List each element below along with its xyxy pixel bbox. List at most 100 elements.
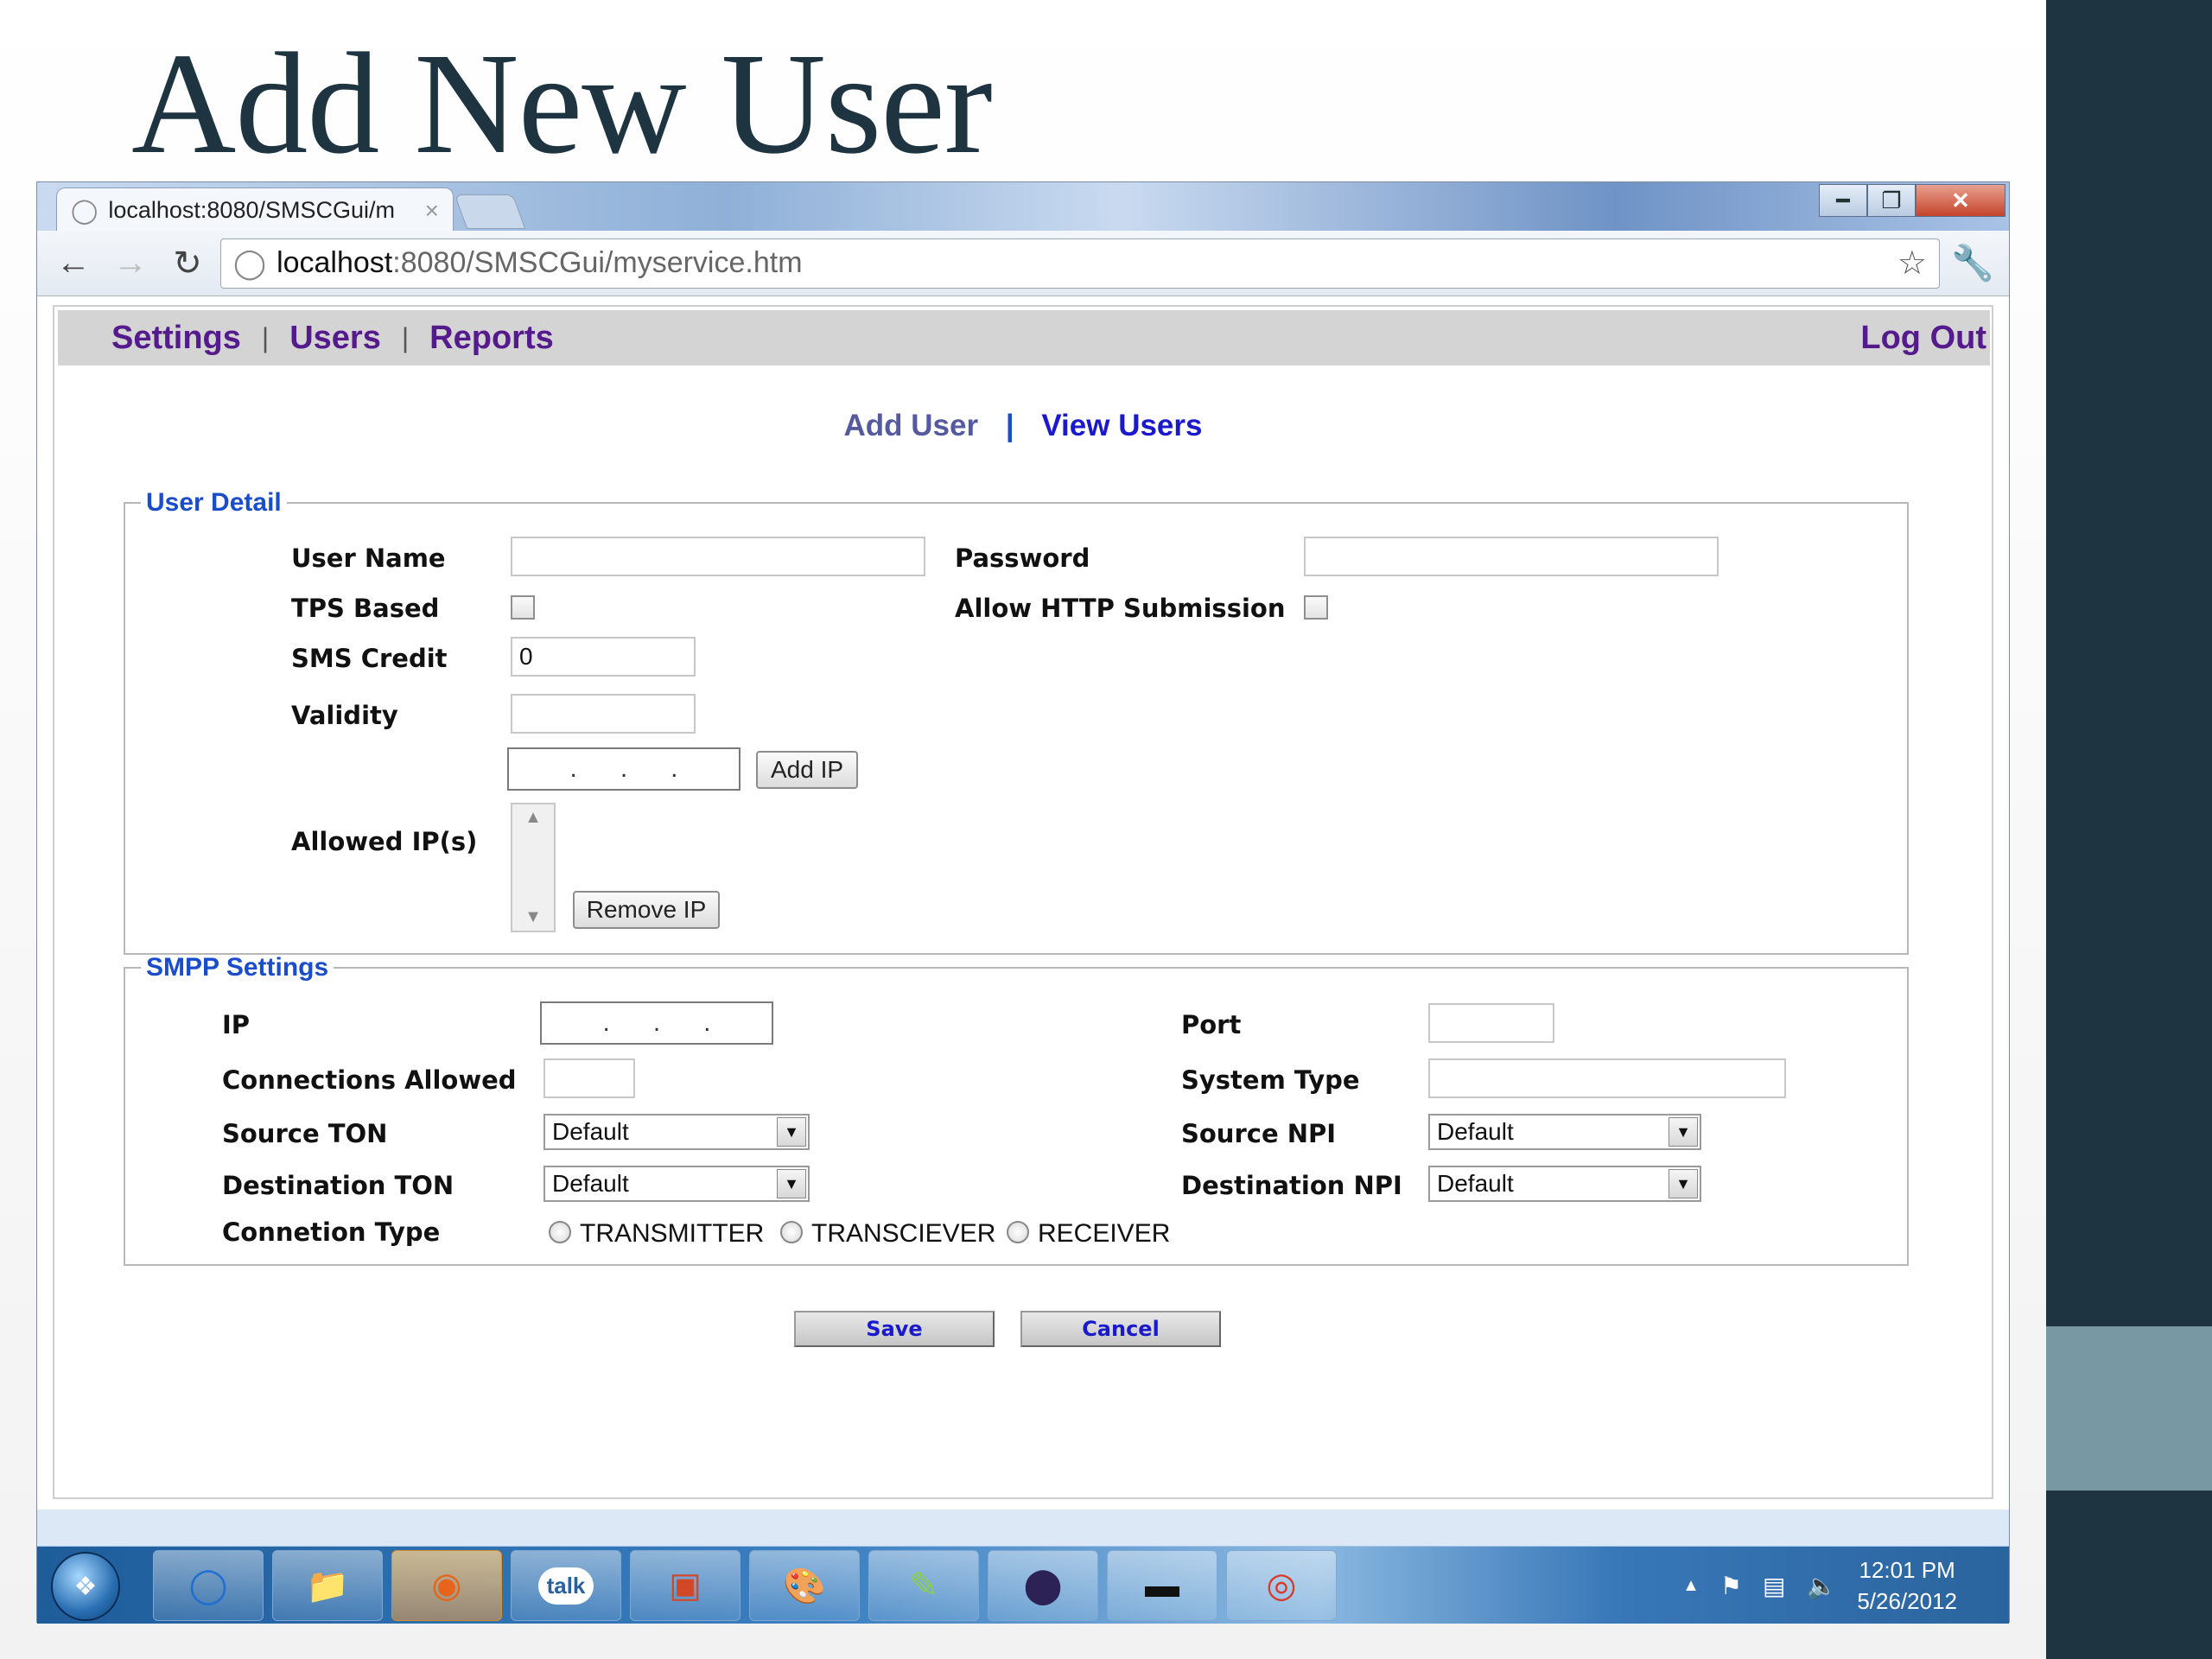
- browser-tab[interactable]: ◯ localhost:8080/SMSCGui/m ×: [56, 188, 454, 232]
- close-tab-icon[interactable]: ×: [425, 197, 439, 225]
- file-explorer-icon[interactable]: 📁: [272, 1550, 383, 1621]
- dropdown-arrow-icon[interactable]: ▼: [1669, 1117, 1698, 1147]
- slide-title: Add New User: [131, 23, 993, 184]
- allowed-ips-listbox[interactable]: ▲ ▼: [511, 803, 556, 932]
- browser-titlebar: ◯ localhost:8080/SMSCGui/m × ━ ❐ ✕: [37, 182, 2009, 232]
- cancel-button[interactable]: Cancel: [1020, 1311, 1221, 1347]
- destination-npi-select[interactable]: Default ▼: [1428, 1166, 1701, 1202]
- paint-icon[interactable]: 🎨: [749, 1550, 860, 1621]
- allowed-ip-input[interactable]: . . .: [507, 747, 741, 791]
- volume-icon[interactable]: 🔈: [1806, 1572, 1836, 1600]
- maximize-button[interactable]: ❐: [1867, 184, 1916, 217]
- forward-arrow-icon[interactable]: →: [106, 239, 155, 288]
- save-button[interactable]: Save: [794, 1311, 995, 1347]
- network-icon[interactable]: ▤: [1763, 1572, 1785, 1600]
- radio-transciever-label: TRANSCIEVER: [811, 1219, 996, 1248]
- destination-ton-value: Default: [552, 1170, 629, 1197]
- add-ip-button[interactable]: Add IP: [756, 751, 858, 789]
- address-bar[interactable]: ◯ localhost:8080/SMSCGui/myservice.htm ☆: [220, 238, 1940, 289]
- subnav-add-user[interactable]: Add User: [843, 409, 978, 442]
- remove-ip-button[interactable]: Remove IP: [573, 891, 720, 929]
- window-controls: ━ ❐ ✕: [1819, 184, 2005, 217]
- dropdown-arrow-icon[interactable]: ▼: [777, 1169, 806, 1198]
- user-detail-legend: User Detail: [146, 488, 282, 517]
- notepad-plus-icon[interactable]: ✎: [868, 1550, 979, 1621]
- allowed-ips-label: Allowed IP(s): [291, 827, 478, 856]
- scroll-down-icon[interactable]: ▼: [512, 907, 554, 927]
- dropdown-arrow-icon[interactable]: ▼: [1669, 1169, 1698, 1198]
- radio-receiver-label: RECEIVER: [1038, 1219, 1171, 1248]
- validity-input[interactable]: [511, 694, 696, 734]
- minimize-button[interactable]: ━: [1819, 184, 1867, 217]
- menu-logout[interactable]: Log Out: [1860, 320, 1986, 357]
- destination-ton-label: Destination TON: [222, 1171, 454, 1200]
- page-globe-icon: ◯: [71, 197, 99, 224]
- destination-ton-select[interactable]: Default ▼: [543, 1166, 810, 1202]
- slide-accent-block: [2046, 1326, 2212, 1491]
- user-name-input[interactable]: [511, 537, 925, 576]
- port-label: Port: [1181, 1010, 1242, 1039]
- smpp-settings-legend: SMPP Settings: [146, 953, 329, 982]
- clock-time: 12:01 PM: [1859, 1556, 1955, 1583]
- back-arrow-icon[interactable]: ←: [49, 239, 98, 288]
- tps-based-checkbox[interactable]: [511, 595, 535, 620]
- radio-transmitter-label: TRANSMITTER: [580, 1219, 765, 1248]
- system-tray: ▲ ⚑ ▤ 🔈 12:01 PM 5/26/2012: [1682, 1547, 1957, 1624]
- new-tab-button[interactable]: [454, 194, 526, 229]
- ip-dots: . . .: [602, 1008, 711, 1037]
- sms-credit-label: SMS Credit: [291, 644, 448, 673]
- destination-npi-label: Destination NPI: [1181, 1171, 1402, 1200]
- password-label: Password: [955, 543, 1090, 573]
- destination-npi-value: Default: [1437, 1170, 1514, 1197]
- wrench-icon[interactable]: 🔧: [1948, 239, 1997, 288]
- chrome-icon[interactable]: ◎: [1226, 1550, 1337, 1621]
- command-prompt-icon[interactable]: ▬: [1107, 1550, 1217, 1621]
- tps-based-label: TPS Based: [291, 594, 440, 623]
- clock[interactable]: 12:01 PM 5/26/2012: [1857, 1554, 1957, 1618]
- user-name-label: User Name: [291, 543, 446, 573]
- sub-navigation: Add User | View Users: [54, 409, 1992, 443]
- system-type-input[interactable]: [1428, 1058, 1786, 1098]
- menu-settings[interactable]: Settings: [111, 320, 241, 357]
- reload-icon[interactable]: ↻: [163, 239, 212, 288]
- google-talk-icon[interactable]: talk: [511, 1550, 621, 1621]
- smpp-ip-label: IP: [222, 1010, 251, 1039]
- allow-http-checkbox[interactable]: [1304, 595, 1328, 620]
- page-viewport: Settings | Users | Reports Log Out Add U…: [37, 296, 2009, 1510]
- radio-transciever[interactable]: [780, 1221, 803, 1243]
- menu-reports[interactable]: Reports: [429, 320, 554, 357]
- browser-toolbar: ← → ↻ ◯ localhost:8080/SMSCGui/myservice…: [37, 231, 2009, 296]
- close-window-button[interactable]: ✕: [1916, 184, 2005, 217]
- bookmark-star-icon[interactable]: ☆: [1897, 244, 1927, 283]
- eclipse-icon[interactable]: ⬤: [988, 1550, 1098, 1621]
- browser-window: ◯ localhost:8080/SMSCGui/m × ━ ❐ ✕ ← → ↻…: [36, 181, 2010, 1624]
- source-npi-select[interactable]: Default ▼: [1428, 1114, 1701, 1150]
- system-type-label: System Type: [1181, 1065, 1360, 1095]
- radio-receiver[interactable]: [1007, 1221, 1029, 1243]
- connection-type-label: Connetion Type: [222, 1217, 441, 1247]
- validity-label: Validity: [291, 701, 398, 730]
- tray-expand-icon[interactable]: ▲: [1682, 1576, 1700, 1596]
- source-ton-select[interactable]: Default ▼: [543, 1114, 810, 1150]
- scroll-up-icon[interactable]: ▲: [512, 808, 554, 828]
- subnav-separator: |: [1005, 409, 1014, 442]
- firefox-icon[interactable]: ◉: [391, 1550, 502, 1621]
- port-input[interactable]: [1428, 1003, 1554, 1043]
- menu-users[interactable]: Users: [289, 320, 381, 357]
- source-npi-value: Default: [1437, 1118, 1514, 1145]
- action-center-flag-icon[interactable]: ⚑: [1720, 1572, 1742, 1600]
- subnav-view-users[interactable]: View Users: [1041, 409, 1202, 442]
- password-input[interactable]: [1304, 537, 1719, 576]
- start-button[interactable]: ❖: [51, 1552, 120, 1621]
- tab-title: localhost:8080/SMSCGui/m: [108, 197, 395, 223]
- dropdown-arrow-icon[interactable]: ▼: [777, 1117, 806, 1147]
- internet-explorer-icon[interactable]: ◯: [153, 1550, 264, 1621]
- sms-credit-input[interactable]: [511, 637, 696, 677]
- smpp-ip-input[interactable]: . . .: [540, 1001, 773, 1045]
- connections-allowed-input[interactable]: [543, 1058, 635, 1098]
- powerpoint-icon[interactable]: ▣: [630, 1550, 741, 1621]
- radio-transmitter[interactable]: [549, 1221, 571, 1243]
- allow-http-label: Allow HTTP Submission: [955, 594, 1286, 623]
- listbox-scrollbar[interactable]: ▲ ▼: [512, 804, 554, 931]
- top-menu: Settings | Users | Reports Log Out: [58, 310, 1990, 365]
